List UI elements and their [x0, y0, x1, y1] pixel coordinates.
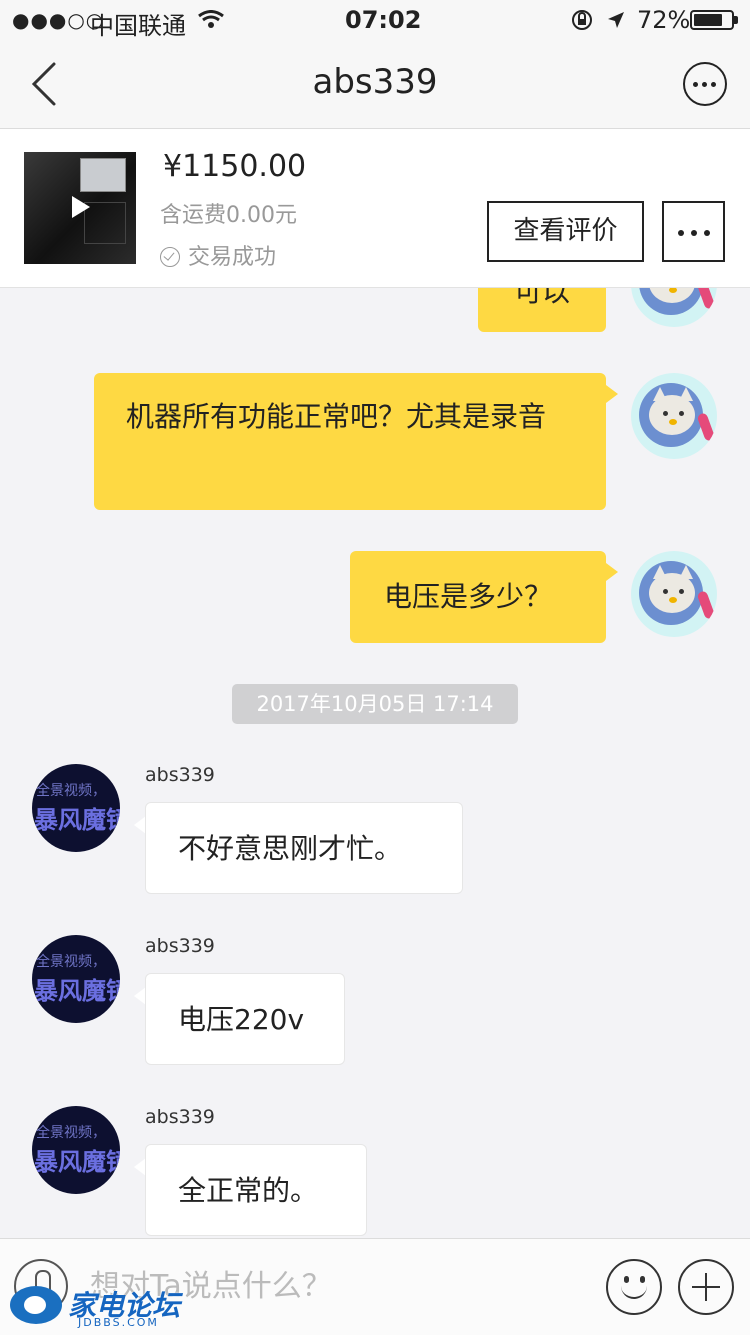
shipping-fee: 含运费0.00元 [160, 203, 297, 228]
my-message-bubble[interactable]: 机器所有功能正常吧？尤其是录音 [94, 373, 606, 510]
sender-name: abs339 [145, 764, 215, 786]
my-avatar[interactable] [631, 373, 717, 459]
battery-icon [690, 10, 738, 30]
my-message-bubble[interactable]: 电压是多少？ [350, 551, 606, 643]
view-review-button[interactable]: 查看评价 [487, 201, 644, 262]
rotation-lock-icon [572, 10, 592, 30]
my-avatar[interactable] [631, 551, 717, 637]
sender-name: abs339 [145, 935, 215, 957]
status-bar: ●●●○○ 中国联通 07:02 72% [0, 0, 750, 40]
message-timestamp: 2017年10月05日 17:14 [232, 684, 518, 724]
check-circle-icon [160, 247, 180, 267]
seller-avatar[interactable]: 全景视频， 暴风魔镜 [32, 1106, 120, 1194]
battery-percent: 72% [637, 6, 691, 34]
add-attachment-button[interactable] [678, 1259, 734, 1315]
message-text: 电压220v [178, 1003, 305, 1036]
seller-avatar[interactable]: 全景视频， 暴风魔镜 [32, 935, 120, 1023]
seller-message-bubble[interactable]: 不好意思刚才忙。 [145, 802, 463, 894]
chat-title: abs339 [312, 62, 438, 102]
sender-name: abs339 [145, 1106, 215, 1128]
seller-avatar[interactable]: 全景视频， 暴风魔镜 [32, 764, 120, 852]
product-price: ¥1150.00 [163, 149, 307, 184]
carrier-label: 中国联通 [90, 12, 186, 40]
emoji-button[interactable] [606, 1259, 662, 1315]
order-more-button[interactable] [662, 201, 725, 262]
message-text: 电压是多少？ [384, 580, 553, 613]
trade-status-label: 交易成功 [188, 245, 277, 270]
watermark-logo-icon [10, 1286, 62, 1324]
product-video-thumbnail[interactable] [24, 152, 136, 264]
site-watermark: 家电论坛 JDBBS.COM [10, 1284, 210, 1332]
nav-bar: abs339 [0, 40, 750, 129]
trade-status: 交易成功 [160, 239, 276, 271]
play-icon [72, 196, 90, 218]
more-options-button[interactable] [683, 62, 727, 106]
clock: 07:02 [345, 6, 422, 34]
message-text: 机器所有功能正常吧？尤其是录音 [126, 400, 547, 433]
message-text: 不好意思刚才忙。 [178, 832, 403, 865]
seller-message-bubble[interactable]: 全正常的。 [145, 1144, 367, 1236]
location-arrow-icon [608, 12, 624, 28]
wifi-icon [198, 10, 224, 28]
message-text: 全正常的。 [178, 1174, 319, 1207]
watermark-url: JDBBS.COM [78, 1316, 159, 1329]
seller-message-bubble[interactable]: 电压220v [145, 973, 345, 1065]
